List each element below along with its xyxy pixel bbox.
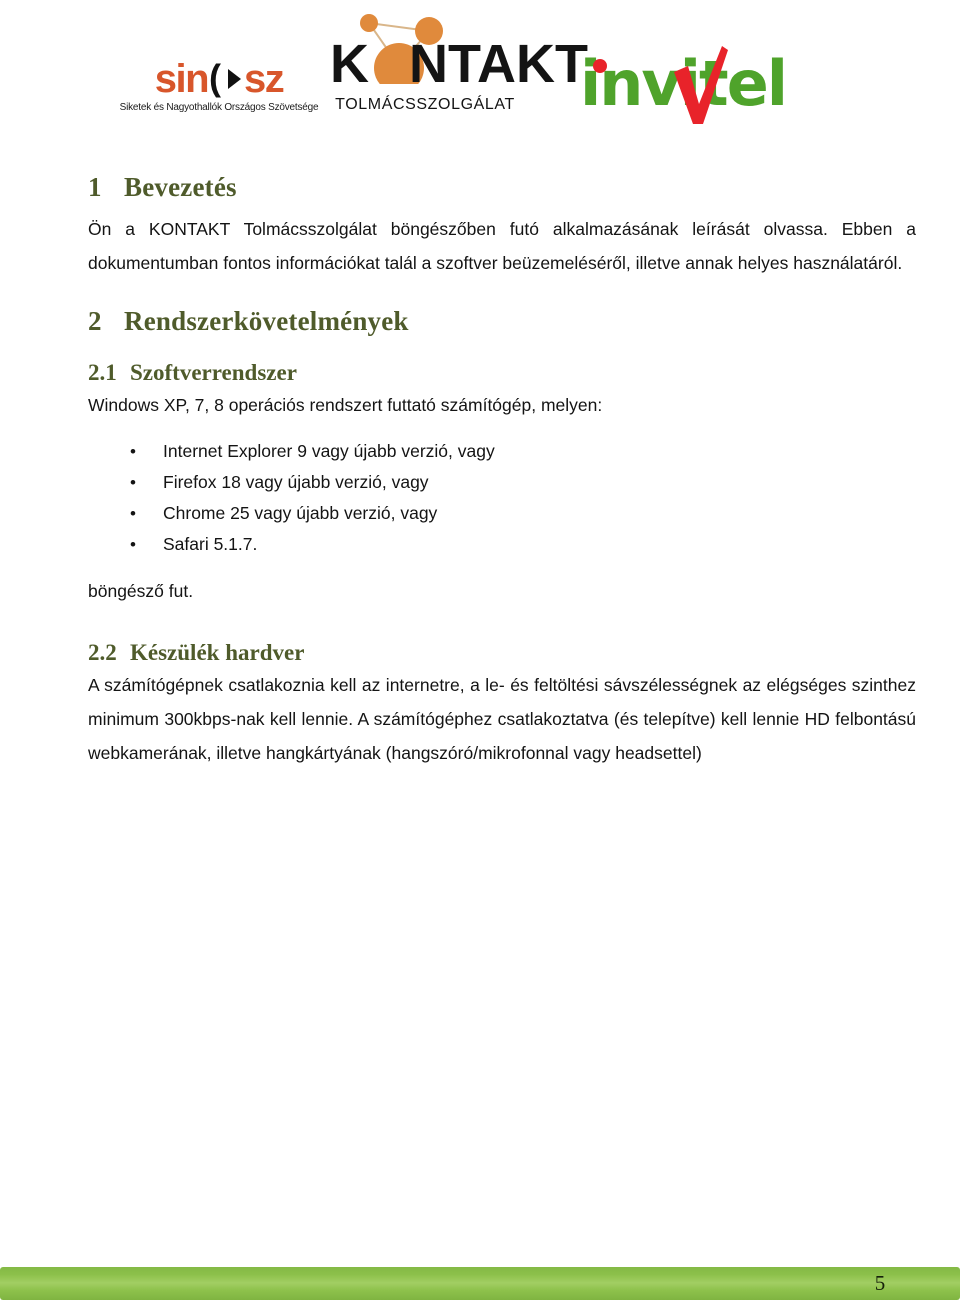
bullet-icon: • — [130, 504, 136, 523]
list-item-label: Firefox 18 vagy újabb verzió, vagy — [163, 472, 429, 492]
list-item-label: Internet Explorer 9 vagy újabb verzió, v… — [163, 441, 495, 461]
sinosz-bracket-arrow-icon: ( — [209, 57, 243, 98]
invitel-check-icon — [674, 46, 728, 124]
sinosz-paren-glyph: ( — [209, 57, 222, 98]
heading-2-2-number: 2.2 — [88, 640, 117, 665]
browser-requirements-list: • Internet Explorer 9 vagy újabb verzió, … — [88, 436, 916, 560]
invitel-logo: invitel — [580, 46, 830, 128]
sinosz-word-right: sz — [244, 57, 285, 101]
list-item: • Chrome 25 vagy újabb verzió, vagy — [88, 498, 916, 529]
sinosz-word-left: sin — [154, 57, 210, 101]
page-number: 5 — [874, 1271, 886, 1295]
sinosz-wordmark: sin ( sz — [104, 58, 334, 100]
heading-2-2-keszulek-hardver: 2.2 Készülék hardver — [88, 638, 916, 668]
heading-2-rendszerkovetelmenyek: 2 Rendszerkövetelmények — [88, 304, 916, 338]
heading-2-1-szoftverrendszer: 2.1 Szoftverrendszer — [88, 358, 916, 388]
heading-2-number: 2 — [88, 306, 102, 336]
bullet-icon: • — [130, 442, 136, 461]
list-item: • Safari 5.1.7. — [88, 529, 916, 560]
hardware-paragraph: A számítógépnek csatlakoznia kell az int… — [88, 675, 916, 763]
kontakt-subtitle: TOLMÁCSSZOLGÁLAT — [335, 96, 515, 113]
header-logo-band: sin ( sz Siketek és Nagyothallók Országo… — [0, 0, 960, 150]
list-item-label: Safari 5.1.7. — [163, 534, 258, 554]
intro-paragraph: Ön a KONTAKT Tolmácsszolgálat böngészőbe… — [88, 219, 916, 273]
sinosz-logo: sin ( sz Siketek és Nagyothallók Országo… — [104, 58, 334, 130]
kontakt-word-after: NTAKT — [409, 34, 588, 94]
bullet-icon: • — [130, 473, 136, 492]
heading-1-bevezetes: 1 Bevezetés — [88, 170, 916, 204]
software-intro-text: Windows XP, 7, 8 operációs rendszert fut… — [88, 395, 603, 415]
heading-2-1-title: Szoftverrendszer — [130, 360, 297, 385]
heading-1-title: Bevezetés — [124, 172, 237, 202]
kontakt-word-before: K — [330, 34, 369, 94]
bullet-icon: • — [130, 535, 136, 554]
heading-1-number: 1 — [88, 172, 102, 202]
list-item-label: Chrome 25 vagy újabb verzió, vagy — [163, 503, 438, 523]
list-item: • Firefox 18 vagy újabb verzió, vagy — [88, 467, 916, 498]
footer-decorative-bar — [0, 1267, 960, 1300]
heading-2-title: Rendszerkövetelmények — [124, 306, 409, 336]
list-item: • Internet Explorer 9 vagy újabb verzió, … — [88, 436, 916, 467]
sinosz-tagline: Siketek és Nagyothallók Országos Szövets… — [119, 102, 319, 113]
kontakt-logo: K NTAKT TOLMÁCSSZOLGÁLAT — [330, 4, 588, 126]
heading-2-1-number: 2.1 — [88, 360, 117, 385]
heading-2-2-title: Készülék hardver — [130, 640, 305, 665]
sinosz-triangle-glyph — [228, 69, 242, 89]
document-content: 1 Bevezetés Ön a KONTAKT Tolmácsszolgálat… — [88, 170, 916, 770]
software-outro-text: böngésző fut. — [88, 581, 194, 601]
invitel-i-dot-icon — [593, 59, 607, 73]
kontakt-wordmark: K NTAKT — [330, 34, 588, 94]
